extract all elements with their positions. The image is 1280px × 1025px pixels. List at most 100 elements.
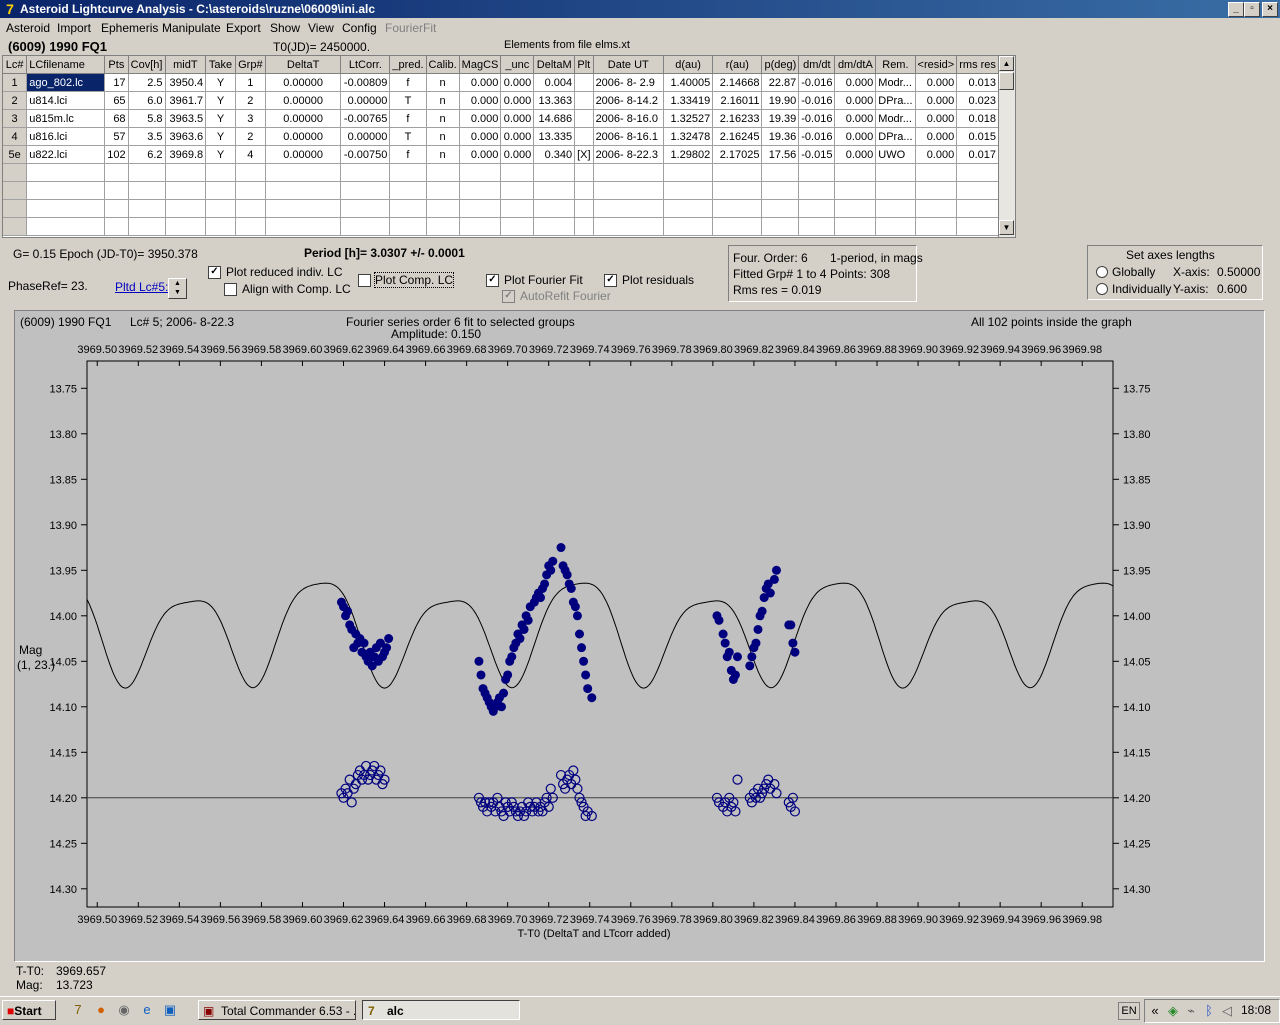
row-header[interactable] [3, 181, 28, 200]
table-cell[interactable]: 19.36 [761, 127, 800, 146]
table-cell[interactable]: 0.000 [915, 109, 958, 128]
table-cell[interactable] [875, 217, 916, 236]
table-row[interactable] [3, 199, 999, 218]
table-cell[interactable]: T [389, 91, 427, 110]
table-cell[interactable]: 0.000 [500, 109, 535, 128]
col-header[interactable]: LtCorr. [340, 56, 391, 74]
table-row[interactable] [3, 217, 999, 236]
table-cell[interactable] [165, 217, 207, 236]
table-cell[interactable]: Modr... [875, 109, 916, 128]
table-cell[interactable] [389, 217, 427, 236]
table-cell[interactable]: 0.000 [834, 127, 877, 146]
table-cell[interactable]: n [426, 73, 460, 92]
table-cell[interactable] [712, 163, 763, 182]
app-quicklaunch-icon[interactable]: ▣ [162, 1002, 178, 1018]
table-cell[interactable] [500, 199, 535, 218]
col-header[interactable]: p(deg) [761, 56, 800, 74]
menu-export[interactable]: Export [226, 21, 261, 35]
table-cell[interactable] [533, 217, 576, 236]
row-header[interactable]: 5e [3, 145, 28, 164]
table-row[interactable]: 1 ago_802.lc 17 2.5 3950.4 Y 1 0.00000 -0.00809 f… [3, 73, 999, 92]
minimize-button[interactable]: _ [1228, 2, 1244, 17]
table-cell[interactable]: [X] [574, 145, 594, 164]
col-header[interactable]: Calib. [426, 56, 460, 74]
table-cell[interactable] [663, 181, 714, 200]
table-cell[interactable]: 0.00000 [340, 127, 391, 146]
table-cell[interactable] [834, 181, 877, 200]
table-cell[interactable]: 1.29802 [663, 145, 714, 164]
table-cell[interactable] [128, 217, 166, 236]
tray-usb-icon[interactable]: ⌁ [1183, 1003, 1199, 1019]
language-indicator[interactable]: EN [1118, 1002, 1140, 1020]
table-cell[interactable]: -0.00765 [340, 109, 391, 128]
table-cell[interactable]: 0.023 [956, 91, 999, 110]
table-cell[interactable]: -0.015 [798, 145, 836, 164]
table-cell[interactable] [574, 217, 594, 236]
col-header[interactable]: LCfilename [26, 56, 106, 74]
menu-asteroid[interactable]: Asteroid [6, 21, 50, 35]
autorefit-checkbox[interactable]: ✓ [502, 290, 515, 303]
table-cell[interactable]: 0.000 [459, 145, 502, 164]
menu-view[interactable]: View [308, 21, 334, 35]
table-cell[interactable] [663, 199, 714, 218]
table-cell[interactable]: 0.018 [956, 109, 999, 128]
table-cell[interactable]: -0.016 [798, 91, 836, 110]
table-cell[interactable] [956, 181, 999, 200]
table-cell[interactable]: DPra... [875, 127, 916, 146]
close-button[interactable]: × [1262, 2, 1278, 17]
table-cell[interactable] [500, 163, 535, 182]
table-cell[interactable]: Y [205, 109, 236, 128]
table-cell[interactable] [340, 199, 391, 218]
table-cell[interactable]: n [426, 127, 460, 146]
table-cell[interactable] [235, 163, 266, 182]
col-header[interactable]: midT [165, 56, 207, 74]
table-cell[interactable] [426, 217, 460, 236]
table-cell[interactable] [128, 163, 166, 182]
table-cell[interactable] [128, 181, 166, 200]
table-cell[interactable] [459, 181, 502, 200]
table-cell[interactable]: 0.00000 [265, 73, 342, 92]
table-cell[interactable]: 3 [235, 109, 266, 128]
table-cell[interactable] [593, 163, 665, 182]
table-row[interactable]: 2 u814.lci 65 6.0 3961.7 Y 2 0.00000 0.00000 Tn 0.… [3, 91, 999, 110]
col-header[interactable]: _unc [500, 56, 535, 74]
table-cell[interactable]: 0.000 [459, 73, 502, 92]
table-cell[interactable] [574, 127, 594, 146]
table-cell[interactable] [104, 181, 129, 200]
table-cell[interactable] [389, 163, 427, 182]
table-cell[interactable]: Y [205, 73, 236, 92]
table-cell[interactable]: 1.32527 [663, 109, 714, 128]
table-cell[interactable]: DPra... [875, 91, 916, 110]
table-cell[interactable]: 0.015 [956, 127, 999, 146]
table-cell[interactable] [165, 163, 207, 182]
table-row[interactable]: 3 u815m.lc 68 5.8 3963.5 Y 3 0.00000 -0.00765 f n 0… [3, 109, 999, 128]
thunderbird-icon[interactable]: ◉ [116, 1002, 132, 1018]
table-cell[interactable]: 6.0 [128, 91, 166, 110]
table-row[interactable] [3, 163, 999, 182]
table-cell[interactable] [459, 163, 502, 182]
table-cell[interactable] [593, 217, 665, 236]
table-cell[interactable]: 3969.8 [165, 145, 207, 164]
col-header[interactable]: Lc# [3, 56, 28, 74]
table-cell[interactable]: u816.lci [26, 127, 106, 146]
menu-fourierfit[interactable]: FourierFit [385, 21, 436, 35]
table-cell[interactable] [265, 217, 342, 236]
table-cell[interactable]: -0.00809 [340, 73, 391, 92]
table-cell[interactable] [426, 163, 460, 182]
table-cell[interactable]: 13.363 [533, 91, 576, 110]
ie-icon[interactable]: e [139, 1002, 155, 1018]
table-cell[interactable]: 68 [104, 109, 129, 128]
table-cell[interactable]: 2 [235, 91, 266, 110]
col-header[interactable]: Pts [104, 56, 129, 74]
table-cell[interactable]: 0.000 [500, 127, 535, 146]
table-cell[interactable] [712, 217, 763, 236]
row-header[interactable]: 4 [3, 127, 28, 146]
lightcurve-table[interactable]: Lc# LCfilename Pts Cov[h] midT Take Grp#… [2, 55, 1000, 238]
table-cell[interactable]: f [389, 73, 427, 92]
table-cell[interactable]: 19.90 [761, 91, 800, 110]
menu-import[interactable]: Import [57, 21, 91, 35]
col-header[interactable]: <resid> [915, 56, 958, 74]
table-cell[interactable]: 2006- 8-16.0 [593, 109, 665, 128]
col-header[interactable]: dm/dtA [834, 56, 877, 74]
table-cell[interactable] [128, 199, 166, 218]
